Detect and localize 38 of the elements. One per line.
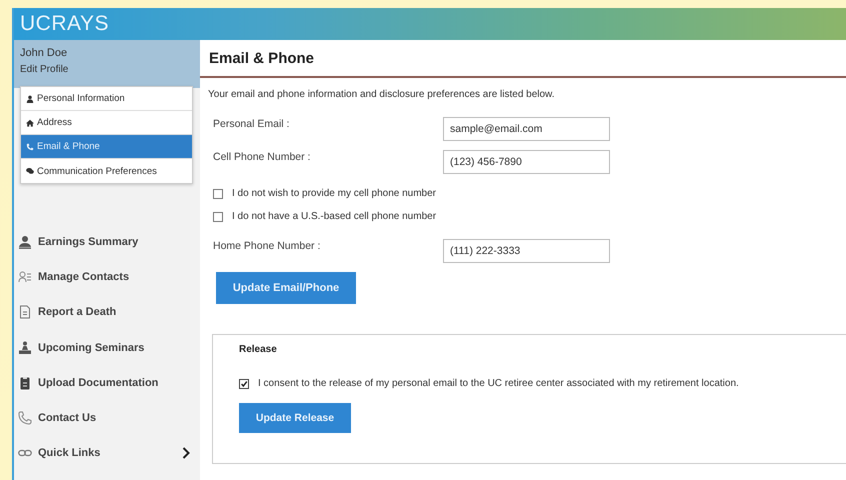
menu-item[interactable]: Email & Phone	[21, 135, 192, 159]
app-logo: UCRAYS	[20, 12, 109, 36]
nav-item[interactable]: Report a Death	[14, 294, 200, 330]
nav-item[interactable]: Contact Us	[14, 400, 200, 436]
field-label: Cell Phone Number :	[213, 150, 312, 163]
phone-icon	[26, 142, 34, 150]
checkbox-label: I do not have a U.S.-based cell phone number	[232, 211, 436, 222]
nav-item[interactable]: Upcoming Seminars	[14, 330, 200, 366]
home-icon	[26, 118, 34, 126]
user-icon	[26, 94, 34, 102]
document-icon	[18, 305, 32, 320]
nav-item[interactable]: Earnings Summary	[14, 224, 200, 260]
user-name: John Doe	[20, 47, 68, 59]
input-field[interactable]: (111) 222-3333	[443, 238, 610, 262]
contacts-icon	[18, 270, 32, 284]
input-field[interactable]: sample@email.com	[443, 116, 610, 140]
release-title: Release	[239, 344, 277, 355]
chat-icon	[26, 167, 34, 175]
nav-item[interactable]: Upload Documentation	[14, 365, 200, 400]
menu-item[interactable]: Communication Preferences	[21, 159, 192, 183]
edit-profile-link[interactable]: Edit Profile	[20, 64, 68, 75]
checkbox-label: I consent to the release of my personal email to the UC retiree center associated with my retirement location.	[258, 378, 739, 389]
menu-item[interactable]: Personal Information	[21, 87, 192, 111]
intro-text: Your email and phone information and disclosure preferences are listed below.	[208, 89, 555, 100]
page-title: Email & Phone	[209, 50, 314, 66]
phone-icon	[18, 411, 32, 426]
checkbox[interactable]	[213, 212, 223, 222]
person-icon	[18, 234, 32, 249]
nav-item[interactable]: Quick Links	[14, 436, 200, 472]
input-field[interactable]: (123) 456-7890	[443, 150, 610, 174]
clipboard-icon	[18, 376, 32, 390]
checkbox[interactable]	[239, 378, 249, 388]
field-label: Home Phone Number :	[213, 239, 322, 252]
presenter-icon	[18, 340, 32, 355]
checkbox[interactable]	[213, 188, 223, 198]
field-label: Personal Email :	[213, 117, 290, 130]
checkbox-label: I do not wish to provide my cell phone number	[232, 188, 436, 199]
nav-item[interactable]: Manage Contacts	[14, 259, 200, 295]
